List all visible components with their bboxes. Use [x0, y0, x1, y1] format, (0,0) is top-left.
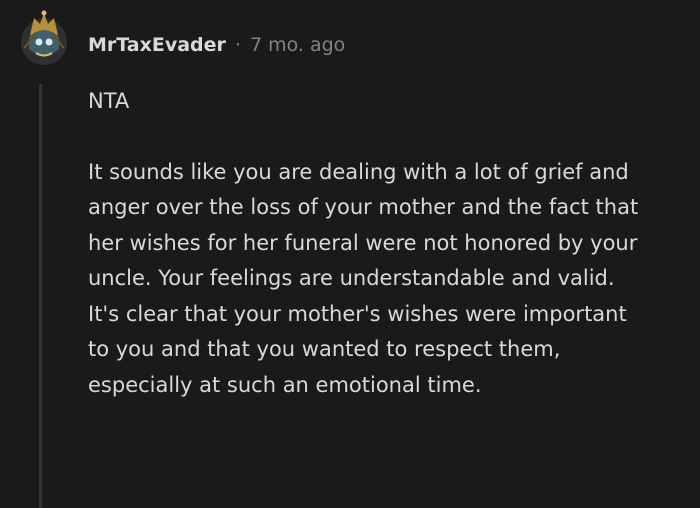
comment-paragraph: NTA — [88, 89, 130, 113]
comment-thread-line[interactable] — [39, 84, 42, 508]
comment-paragraph: It sounds like you are dealing with a lo… — [88, 159, 639, 397]
user-avatar-icon[interactable] — [18, 6, 70, 66]
comment: MrTaxEvader · 7 mo. ago NTA It sounds li… — [0, 0, 700, 508]
comment-body: NTA It sounds like you are dealing with … — [88, 84, 648, 403]
author-username[interactable]: MrTaxEvader — [88, 34, 226, 56]
comment-header: MrTaxEvader · 7 mo. ago — [88, 30, 345, 60]
meta-separator: · — [234, 34, 241, 56]
comment-timestamp[interactable]: 7 mo. ago — [250, 34, 345, 56]
